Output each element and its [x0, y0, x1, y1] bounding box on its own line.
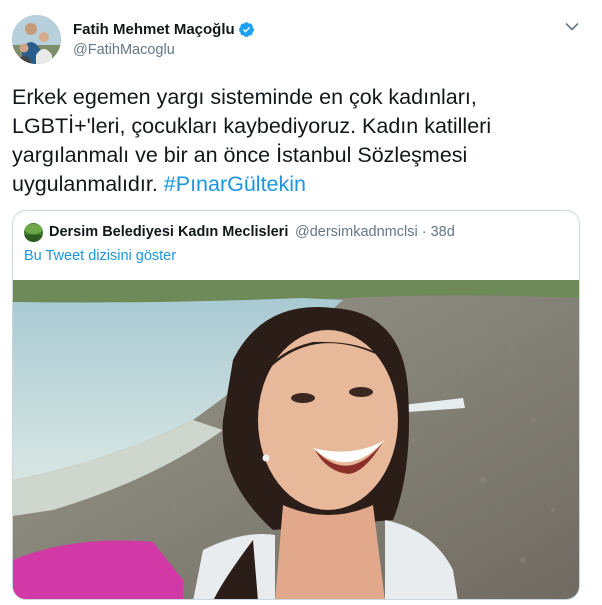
chevron-down-icon[interactable]: [565, 22, 579, 32]
quoted-author-handle-time[interactable]: @dersimkadnmclsi · 38d: [295, 224, 455, 240]
author-avatar[interactable]: [12, 15, 61, 64]
quoted-author-handle: @dersimkadnmclsi: [295, 224, 418, 240]
author-name[interactable]: Fatih Mehmet Maçoğlu: [73, 21, 235, 38]
hashtag-link[interactable]: #PınarGültekin: [164, 172, 306, 196]
quoted-author-name[interactable]: Dersim Belediyesi Kadın Meclisleri: [49, 224, 288, 240]
dot-separator: ·: [421, 224, 427, 240]
quoted-tweet[interactable]: Dersim Belediyesi Kadın Meclisleri @ders…: [12, 210, 580, 600]
verified-badge-icon: [239, 22, 254, 37]
quoted-time: 38d: [430, 224, 455, 240]
tweet-text: Erkek egemen yargı sisteminde en çok kad…: [12, 83, 587, 199]
quoted-author-avatar[interactable]: [24, 223, 43, 242]
author-handle[interactable]: @FatihMacoglu: [73, 42, 175, 58]
show-thread-link[interactable]: Bu Tweet dizisini göster: [24, 248, 176, 264]
quoted-photo[interactable]: [13, 280, 579, 599]
tweet-card[interactable]: Fatih Mehmet Maçoğlu @FatihMacoglu Erkek…: [0, 0, 602, 605]
